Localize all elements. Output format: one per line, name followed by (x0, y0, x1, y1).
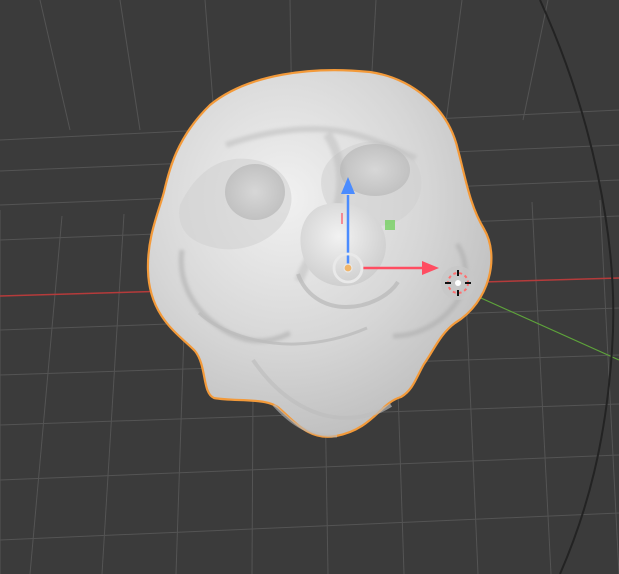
sculpt-head[interactable] (146, 69, 493, 438)
3d-viewport[interactable] (0, 0, 619, 574)
plane-handle-icon[interactable] (385, 220, 395, 230)
origin-point (343, 263, 353, 273)
left-eye-socket (225, 164, 285, 220)
viewport-canvas[interactable] (0, 0, 619, 574)
viewport-boundary (539, 0, 615, 574)
